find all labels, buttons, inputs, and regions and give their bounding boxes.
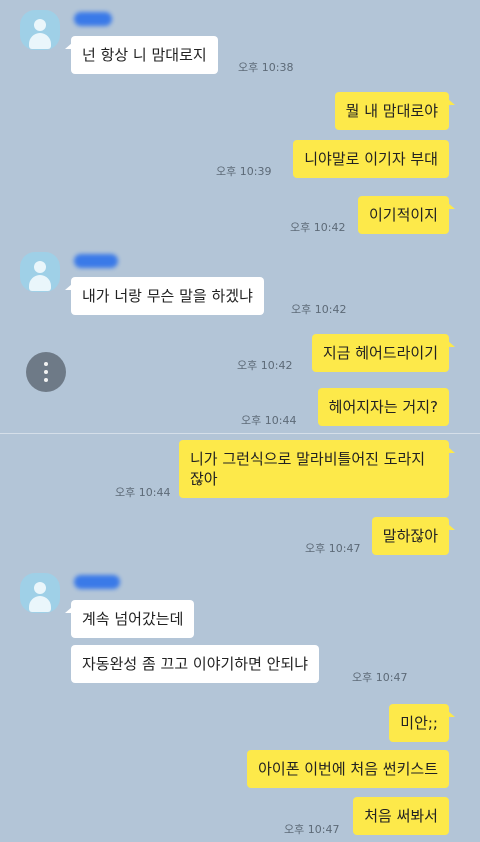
message-bubble-outgoing[interactable]: 말하잖아 [371, 517, 456, 555]
message-bubble-outgoing[interactable]: 지금 헤어드라이기 [311, 334, 456, 372]
message-timestamp: 오후 10:47 [284, 823, 340, 836]
message-text: 처음 써봐서 [364, 807, 438, 825]
message-text: 자동완성 좀 끄고 이야기하면 안되냐 [82, 655, 309, 673]
message-timestamp: 오후 10:42 [291, 303, 347, 316]
message-timestamp: 오후 10:38 [238, 61, 294, 74]
message-bubble-outgoing[interactable]: 니가 그런식으로 말라비틀어진 도라지 잖아 [179, 440, 455, 498]
message-text: 내가 너랑 무슨 말을 하겠냐 [82, 287, 253, 305]
message-bubble-outgoing[interactable]: 처음 써봐서 [353, 797, 449, 835]
message-timestamp: 오후 10:39 [216, 165, 272, 178]
message-text: 말하잖아 [382, 527, 438, 545]
message-text: 헤어지자는 거지? [328, 398, 438, 416]
sender-name-redacted [74, 575, 120, 589]
message-bubble-outgoing[interactable]: 니야말로 이기자 부대 [293, 140, 449, 178]
sender-avatar-icon[interactable] [20, 573, 60, 613]
message-bubble-incoming[interactable]: 넌 항상 니 맘대로지 [65, 36, 218, 74]
message-bubble-incoming[interactable]: 내가 너랑 무슨 말을 하겠냐 [65, 277, 264, 315]
message-timestamp: 오후 10:47 [352, 671, 408, 684]
message-timestamp: 오후 10:42 [290, 221, 346, 234]
screenshot-seam [0, 433, 480, 434]
sender-name-redacted [74, 254, 118, 268]
message-bubble-outgoing[interactable]: 이기적이지 [357, 196, 456, 234]
message-timestamp: 오후 10:47 [305, 542, 361, 555]
message-text: 지금 헤어드라이기 [322, 344, 438, 362]
message-text: 니야말로 이기자 부대 [304, 150, 438, 168]
message-text: 이기적이지 [368, 206, 438, 224]
message-bubble-outgoing[interactable]: 뭘 내 맘대로야 [334, 92, 456, 130]
message-bubble-outgoing[interactable]: 헤어지자는 거지? [317, 388, 449, 426]
message-timestamp: 오후 10:42 [237, 359, 293, 372]
message-bubble-incoming[interactable]: 자동완성 좀 끄고 이야기하면 안되냐 [71, 645, 320, 683]
message-bubble-incoming[interactable]: 계속 넘어갔는데 [64, 600, 195, 638]
message-text: 넌 항상 니 맘대로지 [82, 46, 207, 64]
message-bubble-outgoing[interactable]: 아이폰 이번에 처음 썬키스트 [247, 750, 449, 788]
message-text: 아이폰 이번에 처음 썬키스트 [258, 760, 438, 778]
message-text: 니가 그런식으로 말라비틀어진 도라지 잖아 [190, 450, 426, 488]
vertical-ellipsis-icon[interactable] [26, 352, 66, 392]
message-text: 미안;; [400, 714, 438, 732]
sender-name-redacted [74, 12, 112, 26]
sender-avatar-icon[interactable] [20, 10, 60, 50]
message-timestamp: 오후 10:44 [241, 414, 297, 427]
message-text: 뭘 내 맘대로야 [345, 102, 438, 120]
message-bubble-outgoing[interactable]: 미안;; [389, 704, 455, 742]
sender-avatar-icon[interactable] [20, 252, 60, 292]
chat-area[interactable]: 넌 항상 니 맘대로지 오후 10:38 뭘 내 맘대로야 니야말로 이기자 부… [0, 0, 480, 842]
message-timestamp: 오후 10:44 [115, 486, 171, 499]
message-text: 계속 넘어갔는데 [82, 610, 184, 628]
